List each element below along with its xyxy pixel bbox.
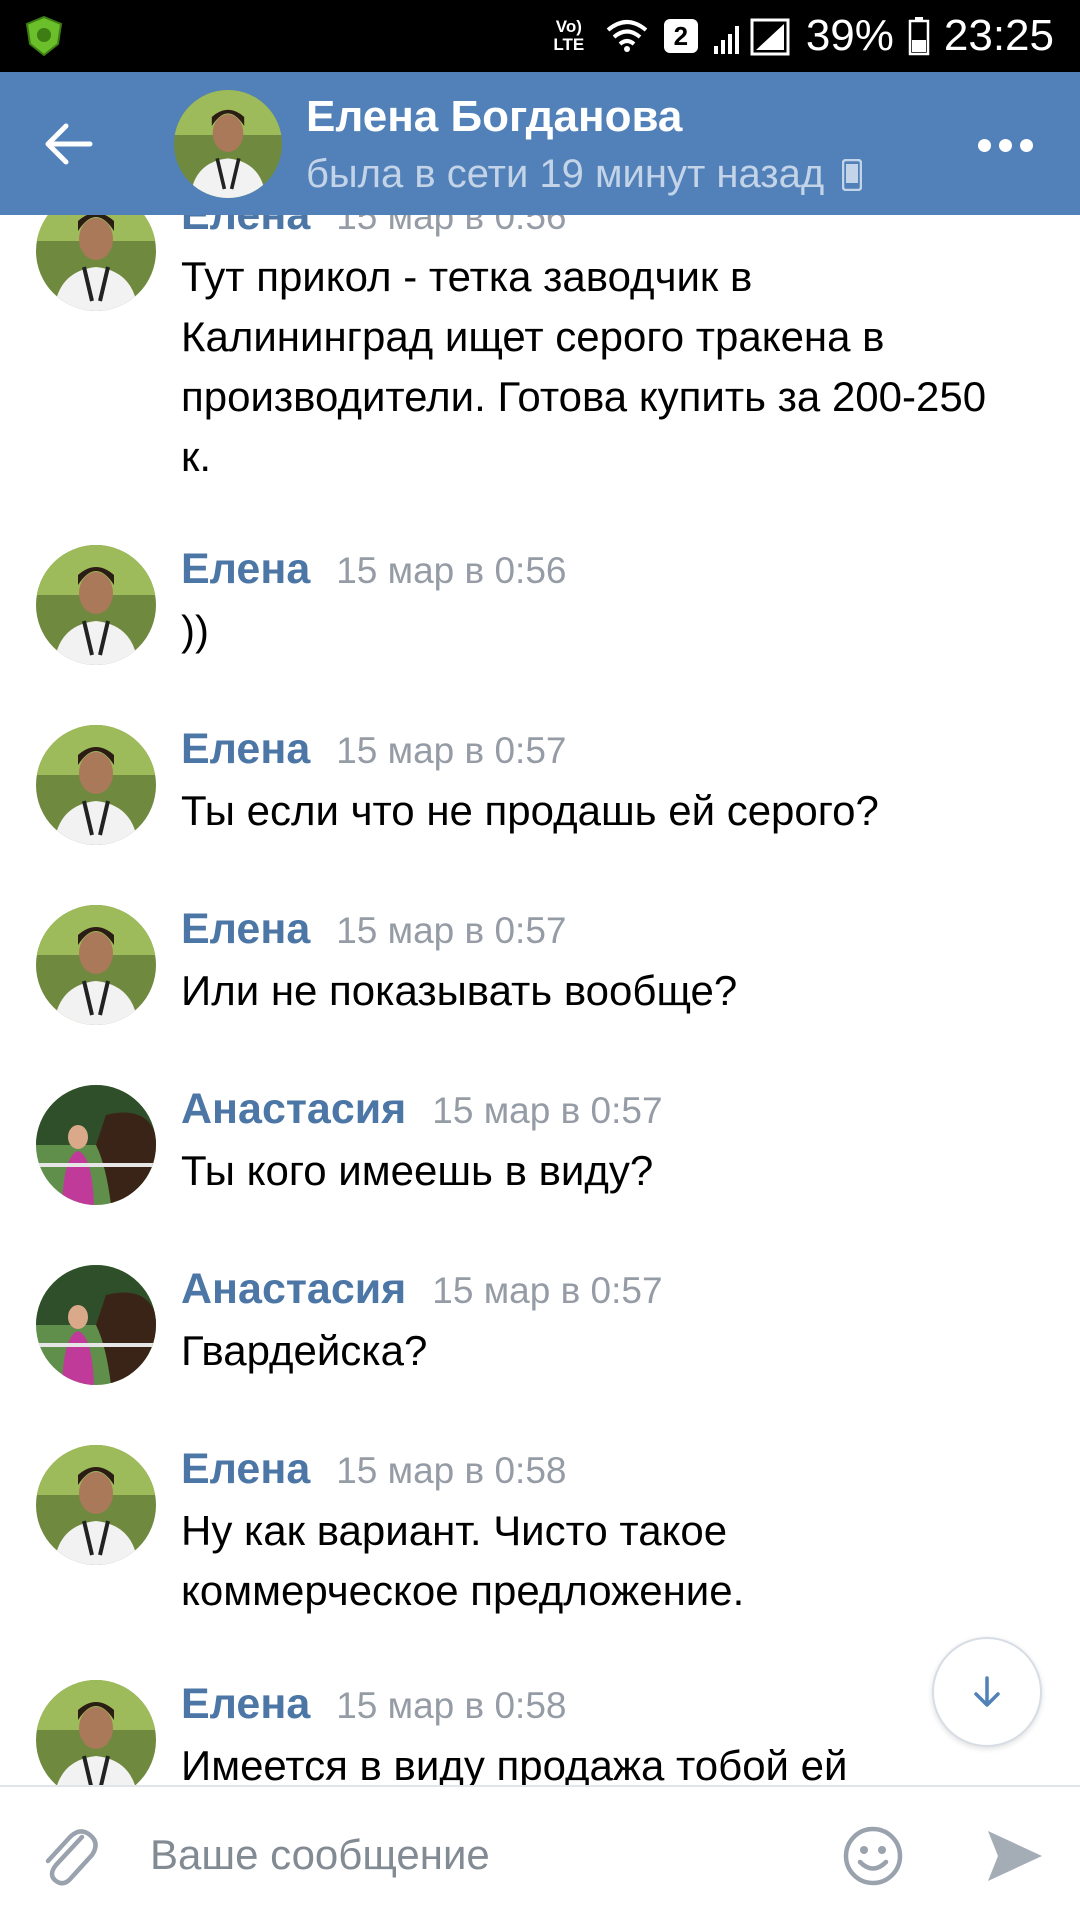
arrow-down-icon xyxy=(974,1676,1000,1707)
sender-avatar[interactable] xyxy=(36,1445,156,1565)
send-arrow-icon[interactable] xyxy=(984,1827,1046,1885)
message-author[interactable]: Анастасия xyxy=(181,1265,406,1314)
message-author[interactable]: Елена xyxy=(181,1445,310,1494)
message-text: Ты кого имеешь в виду? xyxy=(181,1147,654,1194)
message-time: 15 мар в 0:58 xyxy=(336,1685,567,1726)
message-text: )) xyxy=(181,607,209,654)
message-header: Елена 15 мар в 0:57 xyxy=(181,905,567,954)
elena-photo xyxy=(36,215,156,311)
sender-avatar[interactable] xyxy=(36,545,156,665)
contact-name: Елена Богданова xyxy=(306,92,683,141)
message-header: Елена 15 мар в 0:57 xyxy=(181,725,567,774)
elena-photo xyxy=(36,905,156,1025)
message-time: 15 мар в 0:57 xyxy=(432,1090,663,1131)
message-time: 15 мар в 0:57 xyxy=(336,910,567,951)
contact-avatar[interactable] xyxy=(174,90,282,198)
elena-photo xyxy=(36,725,156,845)
message-author[interactable]: Елена xyxy=(181,725,310,774)
chat-header: Елена Богданова была в сети 19 минут наз… xyxy=(0,72,1080,215)
message-text: Гвардейска? xyxy=(181,1327,428,1374)
anastasia-photo xyxy=(36,1085,156,1205)
message-time: 15 мар в 0:58 xyxy=(336,1450,567,1491)
paperclip-icon[interactable] xyxy=(38,1823,98,1889)
message-header: Анастасия 15 мар в 0:57 xyxy=(181,1085,663,1134)
battery-percent: 39% xyxy=(805,11,894,60)
elena-photo xyxy=(174,90,282,198)
more-dot xyxy=(999,138,1012,152)
message-text: Ты если что не продашь ей серого? xyxy=(181,787,879,834)
contact-last-seen: была в сети 19 минут назад xyxy=(306,152,863,197)
sender-avatar[interactable] xyxy=(36,1265,156,1385)
message-header: Елена 15 мар в 0:58 xyxy=(181,1445,567,1494)
wifi-icon xyxy=(606,20,648,52)
message-author[interactable]: Елена xyxy=(181,905,310,954)
elena-photo xyxy=(36,1445,156,1565)
message-author[interactable]: Елена xyxy=(181,545,310,594)
volte-indicator: Vo) LTE xyxy=(553,17,585,54)
back-arrow-icon[interactable] xyxy=(40,118,96,170)
message-time: 15 мар в 0:56 xyxy=(336,550,567,591)
message-header: Елена 15 мар в 0:56 xyxy=(181,545,567,594)
sender-avatar[interactable] xyxy=(36,215,156,311)
mobile-phone-icon xyxy=(842,158,863,191)
message-author[interactable]: Елена xyxy=(181,215,310,240)
message-text: Или не показывать вообще? xyxy=(181,967,738,1014)
status-icons: Vo) LTE 2 39% 23:25 xyxy=(548,0,1054,72)
message-text: Ну как вариант. Чисто такое коммерческое… xyxy=(181,1507,745,1614)
sender-avatar[interactable] xyxy=(36,1085,156,1205)
shield-app-icon xyxy=(25,15,63,57)
sim-slot-badge: 2 xyxy=(663,19,698,53)
message-time: 15 мар в 0:57 xyxy=(336,730,567,771)
elena-photo xyxy=(36,545,156,665)
message-author[interactable]: Анастасия xyxy=(181,1085,406,1134)
message-header: Елена 15 мар в 0:58 xyxy=(181,1680,567,1729)
message-list[interactable]: Елена 15 мар в 0:56 Тут прикол - тетка з… xyxy=(0,215,1080,1785)
status-bar: Vo) LTE 2 39% 23:25 xyxy=(0,0,1080,72)
message-author[interactable]: Елена xyxy=(181,1680,310,1729)
message-header: Анастасия 15 мар в 0:57 xyxy=(181,1265,663,1314)
message-time: 15 мар в 0:57 xyxy=(432,1270,663,1311)
message-header: Елена 15 мар в 0:56 xyxy=(181,215,567,240)
message-text: Имеется в виду продажа тобой ей xyxy=(181,1742,848,1785)
last-seen-text: была в сети 19 минут назад xyxy=(306,152,825,196)
more-dot xyxy=(1020,138,1033,152)
battery-icon xyxy=(908,17,930,56)
elena-photo xyxy=(36,1680,156,1785)
more-options-button[interactable] xyxy=(978,130,1034,160)
message-time: 15 мар в 0:56 xyxy=(336,215,567,237)
scroll-to-bottom-button[interactable] xyxy=(932,1637,1042,1747)
sender-avatar[interactable] xyxy=(36,725,156,845)
sender-avatar[interactable] xyxy=(36,905,156,1025)
message-composer xyxy=(0,1785,1080,1920)
clock: 23:25 xyxy=(943,11,1054,60)
more-dot xyxy=(978,138,991,152)
message-input[interactable] xyxy=(150,1815,800,1895)
sender-avatar[interactable] xyxy=(36,1680,156,1785)
signal-icon xyxy=(713,18,790,56)
anastasia-photo xyxy=(36,1265,156,1385)
smiley-icon[interactable] xyxy=(842,1825,904,1887)
message-text: Тут прикол - тетка заводчик в Калинингра… xyxy=(181,253,987,480)
